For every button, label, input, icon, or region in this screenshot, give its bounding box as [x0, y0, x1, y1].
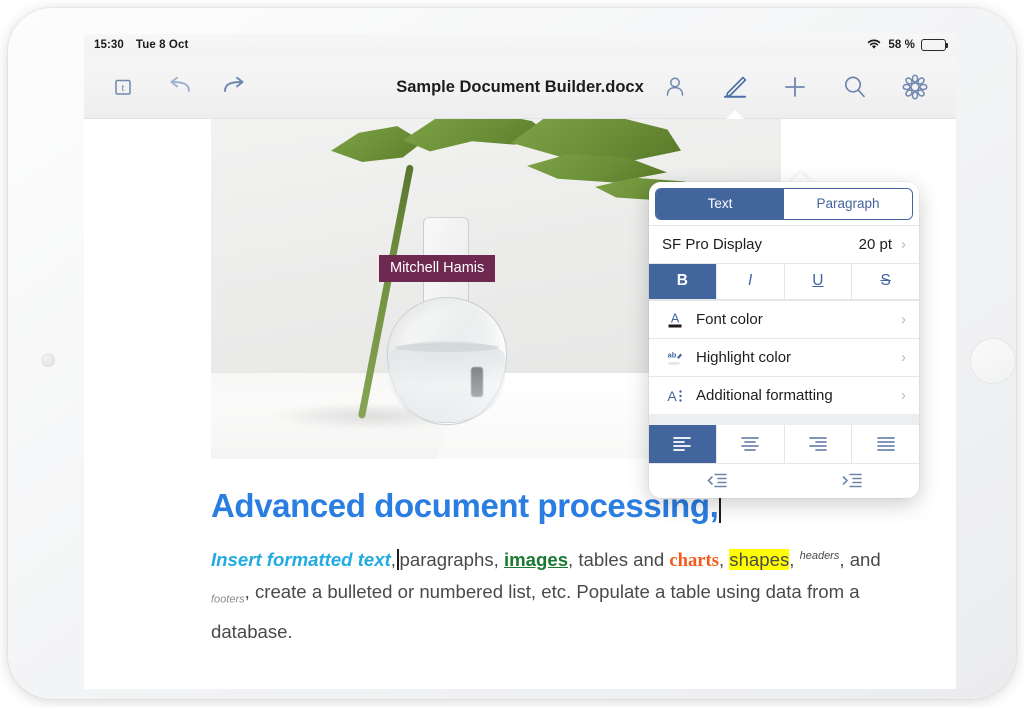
plus-icon[interactable]: [780, 72, 810, 102]
text-paragraphs: paragraphs,: [400, 549, 504, 570]
align-justify-button[interactable]: [852, 425, 919, 463]
align-left-button[interactable]: [649, 425, 717, 463]
chevron-right-icon: ›: [901, 237, 906, 252]
app-toolbar: t Sample Document Builder.docx: [84, 56, 956, 119]
undo-arrow-icon[interactable]: [164, 72, 194, 102]
tablet-device: 15:30 Tue 8 Oct 58 %: [8, 8, 1016, 699]
font-color-icon: A: [662, 310, 688, 330]
format-popover: Text Paragraph SF Pro Display 20 pt › B …: [649, 182, 919, 498]
front-camera: [41, 353, 55, 367]
text-images: images: [504, 549, 568, 570]
tab-text[interactable]: Text: [656, 189, 784, 219]
text-mid: , and: [839, 549, 880, 570]
text-footers: footers: [211, 594, 245, 606]
text-after-insert: ,: [391, 549, 396, 570]
collaborator-tag-mitchell: Mitchell Hamis: [379, 255, 495, 282]
strikethrough-button[interactable]: S: [852, 264, 919, 299]
tab-paragraph[interactable]: Paragraph: [784, 189, 912, 219]
additional-formatting-row[interactable]: A Additional formatting ›: [649, 376, 919, 414]
wifi-icon: [866, 38, 882, 53]
decrease-indent-button[interactable]: [649, 464, 784, 498]
popover-divider: [649, 414, 919, 425]
headline-text: Advanced document processing,: [211, 487, 718, 524]
font-size: 20 pt: [859, 236, 892, 253]
battery-icon: [921, 39, 946, 51]
text-after-charts: ,: [719, 549, 729, 570]
document-paragraph[interactable]: Insert formatted text,paragraphs, images…: [211, 541, 901, 647]
font-color-row[interactable]: A Font color ›: [649, 300, 919, 338]
text-tail: , create a bulleted or numbered list, et…: [211, 581, 860, 642]
indent-buttons: [649, 463, 919, 498]
search-magnifier-icon[interactable]: [840, 72, 870, 102]
svg-text:ab: ab: [668, 350, 677, 359]
chevron-right-icon: ›: [901, 388, 906, 403]
home-button[interactable]: [970, 338, 1016, 384]
document-body[interactable]: Advanced document processing, Insert for…: [211, 487, 901, 647]
text-charts: charts: [669, 550, 719, 571]
pencil-edit-icon[interactable]: [720, 72, 750, 102]
redo-arrow-icon[interactable]: [220, 72, 250, 102]
alignment-buttons: [649, 425, 919, 463]
italic-button[interactable]: I: [717, 264, 785, 299]
highlight-color-label: Highlight color: [696, 349, 791, 366]
additional-formatting-icon: A: [662, 386, 688, 406]
battery-percent: 58 %: [888, 39, 915, 51]
text-insert-formatted: Insert formatted text: [211, 549, 391, 570]
svg-text:t: t: [121, 82, 124, 94]
increase-indent-button[interactable]: [784, 464, 919, 498]
align-center-button[interactable]: [717, 425, 785, 463]
active-tool-caret: [726, 110, 744, 119]
text-style-buttons: B I U S: [649, 263, 919, 300]
status-bar: 15:30 Tue 8 Oct 58 %: [84, 34, 956, 56]
underline-button[interactable]: U: [785, 264, 853, 299]
paragraph-caret: [397, 549, 399, 570]
chevron-right-icon: ›: [901, 350, 906, 365]
text-after-shapes: ,: [789, 549, 794, 570]
text-shapes: shapes: [729, 549, 789, 570]
highlight-color-row[interactable]: ab Highlight color ›: [649, 338, 919, 376]
gear-settings-icon[interactable]: [900, 72, 930, 102]
highlight-color-icon: ab: [662, 348, 688, 368]
tablet-screen: 15:30 Tue 8 Oct 58 %: [84, 34, 956, 689]
document-canvas[interactable]: Homer Williams Mitchell Hamis Advanced d…: [84, 119, 956, 689]
bold-button[interactable]: B: [649, 264, 717, 299]
font-row[interactable]: SF Pro Display 20 pt ›: [649, 225, 919, 263]
person-icon[interactable]: [660, 72, 690, 102]
chevron-right-icon: ›: [901, 312, 906, 327]
svg-text:A: A: [671, 311, 680, 325]
file-text-icon[interactable]: t: [108, 72, 138, 102]
text-headers: headers: [800, 550, 840, 562]
font-name: SF Pro Display: [662, 236, 762, 253]
align-right-button[interactable]: [785, 425, 853, 463]
popover-tabs: Text Paragraph: [655, 188, 913, 220]
font-color-label: Font color: [696, 311, 763, 328]
svg-text:A: A: [667, 388, 677, 404]
additional-formatting-label: Additional formatting: [696, 387, 833, 404]
status-date: Tue 8 Oct: [136, 39, 188, 51]
status-time: 15:30: [94, 39, 124, 51]
text-after-images: , tables and: [568, 549, 669, 570]
